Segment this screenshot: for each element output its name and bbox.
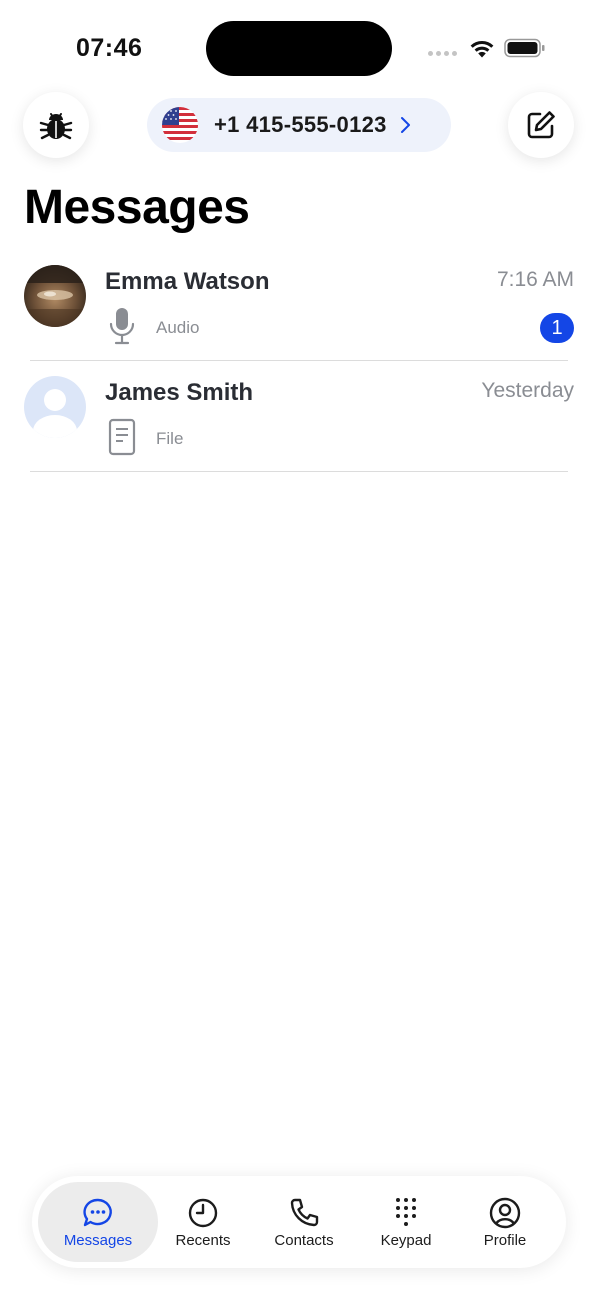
phone-icon <box>290 1198 319 1227</box>
profile-icon <box>489 1197 521 1229</box>
clock-icon <box>188 1198 218 1228</box>
tab-messages[interactable]: Messages <box>38 1182 158 1262</box>
debug-button[interactable] <box>23 92 89 158</box>
tab-label: Messages <box>63 1232 133 1249</box>
unread-badge: 1 <box>540 313 574 343</box>
message-type-label: Audio <box>156 318 200 337</box>
tab-label: Profile <box>483 1232 527 1249</box>
tab-label: Keypad <box>380 1232 432 1249</box>
message-bubble-icon <box>83 1198 112 1227</box>
cellular-signal-icon <box>428 51 458 57</box>
tab-profile[interactable]: Profile <box>445 1182 565 1262</box>
conversation-row[interactable]: James Smith Yesterday File <box>24 373 574 481</box>
file-icon <box>108 418 136 456</box>
avatar <box>24 265 86 327</box>
phone-number: +1 415-555-0123 <box>214 112 387 137</box>
message-type-label: File <box>156 429 184 448</box>
dynamic-island <box>206 21 392 76</box>
compose-icon <box>527 111 555 139</box>
divider <box>30 360 568 361</box>
compose-button[interactable] <box>508 92 574 158</box>
message-time: 7:16 AM <box>496 268 574 291</box>
us-flag-icon <box>162 107 198 143</box>
bug-icon <box>39 113 73 140</box>
tab-label: Recents <box>175 1232 231 1249</box>
wifi-icon <box>470 40 494 58</box>
page-title: Messages <box>24 181 250 234</box>
contact-name: James Smith <box>105 379 254 406</box>
microphone-icon <box>109 308 135 345</box>
phone-number-selector[interactable]: +1 415-555-0123 <box>147 98 451 152</box>
divider <box>30 471 568 472</box>
message-time: Yesterday <box>481 379 574 402</box>
conversation-row[interactable]: Emma Watson 7:16 AM Audio 1 <box>24 262 574 370</box>
chevron-right-icon <box>400 117 410 133</box>
tab-label: Contacts <box>274 1232 334 1249</box>
keypad-icon <box>396 1198 416 1226</box>
battery-icon <box>504 38 545 58</box>
status-time: 07:46 <box>76 34 143 62</box>
bottom-tab-bar: Messages Recents Contacts Keypad Profile <box>32 1176 566 1268</box>
avatar <box>24 376 86 438</box>
contact-name: Emma Watson <box>105 268 270 295</box>
